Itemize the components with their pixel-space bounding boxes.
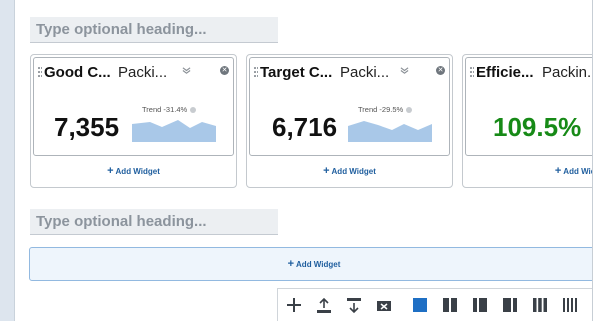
drag-handle-icon[interactable]: [38, 67, 43, 79]
layout-2-col-wide-right-icon[interactable]: [468, 293, 492, 317]
drag-handle-icon[interactable]: [470, 67, 475, 79]
widget-title: Efficie...: [476, 64, 534, 81]
kpi-value: 6,716: [272, 112, 338, 142]
widget-group: Good C... Packi... ✕ 7,355 Trend -31.4% …: [30, 54, 237, 188]
optional-heading-input[interactable]: [30, 17, 278, 43]
add-widget-dropzone[interactable]: + Add Widget: [29, 247, 593, 281]
delete-row-icon[interactable]: [372, 293, 396, 317]
trend-indicator-icon: [406, 107, 413, 113]
kpi-widget[interactable]: Good C... Packi... ✕ 7,355 Trend -31.4%: [33, 57, 234, 156]
drag-handle-icon[interactable]: [254, 67, 259, 79]
layout-1-col-icon[interactable]: [408, 293, 432, 317]
chevron-down-icon[interactable]: [400, 66, 409, 78]
layout-toolbar: [277, 288, 593, 321]
layout-2-col-wide-left-icon[interactable]: [498, 293, 522, 317]
trend-label: Trend -31.4%: [142, 105, 197, 114]
add-widget-button[interactable]: +Add Widge: [463, 165, 593, 177]
upload-row-icon[interactable]: [312, 293, 336, 317]
kpi-value: 109.5%: [493, 112, 582, 142]
widget-subtitle: Packi...: [118, 64, 168, 81]
close-icon[interactable]: ✕: [220, 66, 229, 75]
kpi-value: 7,355: [54, 112, 120, 142]
sparkline: [348, 121, 432, 142]
widget-subtitle: Packi...: [340, 64, 390, 81]
add-widget-button[interactable]: + Add Widget: [31, 165, 236, 177]
trend-indicator-icon: [190, 107, 197, 113]
optional-heading-input[interactable]: [30, 209, 278, 235]
trend-label: Trend -29.5%: [358, 105, 413, 114]
sparkline: [132, 120, 216, 142]
layout-4-col-icon[interactable]: [558, 293, 582, 317]
kpi-widget[interactable]: Target C... Packi... ✕ 6,716 Trend -29.5…: [249, 57, 450, 156]
add-icon[interactable]: [282, 293, 306, 317]
widget-subtitle: Packin...: [542, 64, 593, 81]
widget-title: Target C...: [260, 64, 333, 81]
add-widget-button[interactable]: + Add Widget: [247, 165, 452, 177]
widget-title: Good C...: [44, 64, 111, 81]
chevron-down-icon[interactable]: [182, 66, 191, 78]
insert-row-icon[interactable]: [342, 293, 366, 317]
dashboard-canvas: Good C... Packi... ✕ 7,355 Trend -31.4% …: [14, 0, 593, 321]
layout-3-col-icon[interactable]: [528, 293, 552, 317]
widget-group: Target C... Packi... ✕ 6,716 Trend -29.5…: [246, 54, 453, 188]
layout-2-col-icon[interactable]: [438, 293, 462, 317]
close-icon[interactable]: ✕: [436, 66, 445, 75]
widget-group: Efficie... Packin... 109.5% +Add Widge: [462, 54, 593, 188]
kpi-widget[interactable]: Efficie... Packin... 109.5%: [465, 57, 593, 156]
